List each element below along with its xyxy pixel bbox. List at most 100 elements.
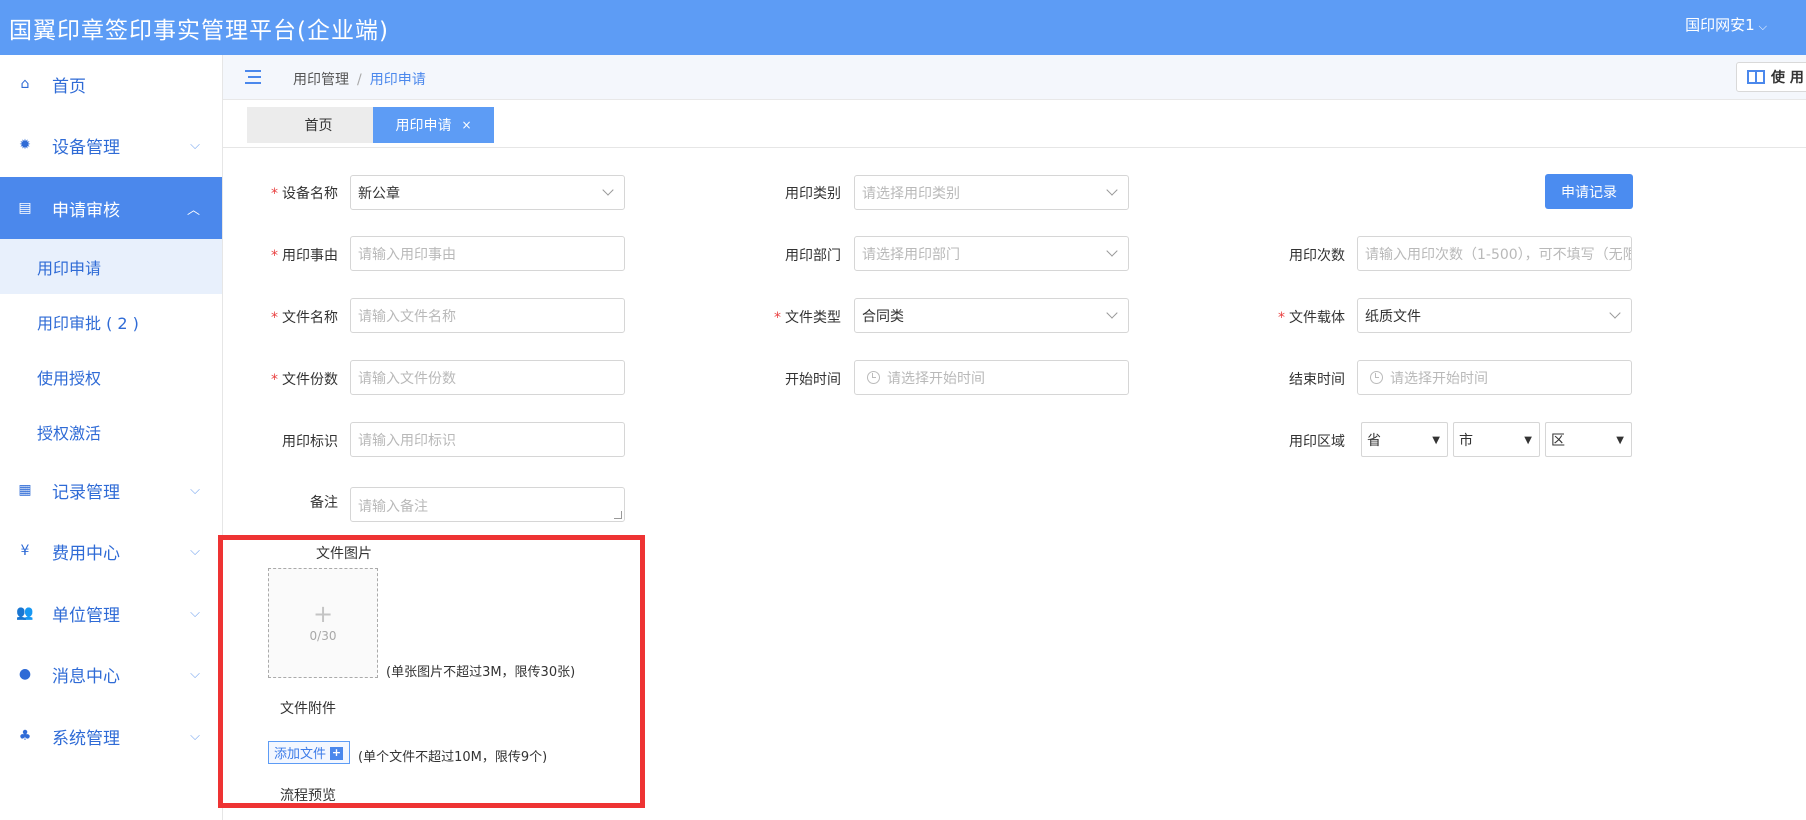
tab-bar: 首页 用印申请 × bbox=[223, 100, 1806, 148]
input-placeholder: 请选择开始时间 bbox=[1390, 370, 1488, 387]
chevron-down-icon bbox=[1106, 307, 1118, 319]
end-time-picker[interactable]: 请选择开始时间 bbox=[1357, 360, 1632, 395]
breadcrumb-bar: 用印管理 / 用印申请 使 用 bbox=[223, 55, 1806, 100]
mark-input[interactable]: 请输入用印标识 bbox=[350, 422, 625, 457]
start-time-label: 开始时间 bbox=[785, 372, 841, 388]
clock-icon bbox=[1370, 371, 1383, 384]
breadcrumb-parent[interactable]: 用印管理 bbox=[293, 72, 349, 88]
chevron-down-icon: ⌵ bbox=[190, 543, 200, 559]
label-text: 用印事由 bbox=[282, 248, 338, 264]
chevron-down-icon: ⌵ bbox=[190, 666, 200, 682]
select-value: 市 bbox=[1459, 432, 1473, 449]
sidebar-item-label: 记录管理 bbox=[52, 482, 120, 503]
select-value: 新公章 bbox=[358, 185, 400, 202]
required-mark: * bbox=[271, 186, 278, 202]
select-value: 区 bbox=[1551, 432, 1565, 449]
sidebar-item-label: 系统管理 bbox=[52, 728, 120, 749]
sidebar-subitem-authorization[interactable]: 使用授权 bbox=[0, 349, 222, 404]
resize-grip-icon[interactable] bbox=[614, 511, 622, 519]
sidebar-item-records[interactable]: ▦ 记录管理 ⌵ bbox=[0, 461, 222, 519]
menu-toggle-icon[interactable] bbox=[245, 70, 263, 86]
times-label: 用印次数 bbox=[1289, 248, 1345, 264]
province-select[interactable]: 省 ▼ bbox=[1361, 422, 1448, 457]
device-name-select[interactable]: 新公章 bbox=[350, 175, 625, 210]
sidebar-item-billing[interactable]: ¥ 费用中心 ⌵ bbox=[0, 522, 222, 580]
required-mark: * bbox=[271, 310, 278, 326]
select-value: 合同类 bbox=[862, 308, 904, 325]
label-text: 设备名称 bbox=[282, 186, 338, 202]
chevron-down-icon bbox=[602, 184, 614, 196]
select-placeholder: 请选择用印部门 bbox=[862, 246, 960, 263]
sidebar: ⌂ 首页 ✹ 设备管理 ⌵ ▤ 申请审核 ︿ 用印申请 用印审批 ( 2 ) 使用授权 授… bbox=[0, 55, 223, 820]
apply-record-button[interactable]: 申请记录 bbox=[1545, 174, 1633, 209]
sidebar-item-system[interactable]: ♣ 系统管理 ⌵ bbox=[0, 707, 222, 765]
image-upload-box[interactable]: + 0/30 bbox=[268, 568, 378, 678]
sidebar-item-messages[interactable]: ● 消息中心 ⌵ bbox=[0, 645, 222, 703]
file-name-label: * 文件名称 bbox=[238, 307, 338, 327]
add-file-label: 添加文件 bbox=[274, 747, 327, 762]
image-hint: (单张图片不超过3M，限传30张) bbox=[386, 665, 576, 680]
org-chart-icon: ♣ bbox=[18, 728, 32, 744]
breadcrumb-current: 用印申请 bbox=[369, 72, 426, 88]
plus-icon: + bbox=[312, 600, 334, 628]
input-placeholder: 请输入用印次数（1-500），可不填写（无限 bbox=[1365, 246, 1632, 263]
chat-icon: ● bbox=[18, 666, 32, 682]
sidebar-item-label: 单位管理 bbox=[52, 605, 120, 626]
users-icon: 👥 bbox=[16, 605, 34, 621]
input-placeholder: 请输入用印标识 bbox=[358, 432, 456, 449]
sidebar-item-apply-review[interactable]: ▤ 申请审核 ︿ bbox=[0, 177, 222, 239]
seal-type-select[interactable]: 请选择用印类别 bbox=[854, 175, 1129, 210]
sidebar-subitem-seal-approve[interactable]: 用印审批 ( 2 ) bbox=[0, 294, 222, 349]
user-menu[interactable]: 国印网安1 ⌵ bbox=[1685, 14, 1767, 35]
required-mark: * bbox=[1278, 310, 1285, 326]
copies-label: * 文件份数 bbox=[238, 369, 338, 389]
required-mark: * bbox=[271, 372, 278, 388]
sidebar-item-units[interactable]: 👥 单位管理 ⌵ bbox=[0, 584, 222, 642]
district-select[interactable]: 区 ▼ bbox=[1545, 422, 1632, 457]
sidebar-item-label: 消息中心 bbox=[52, 666, 120, 687]
select-value: 纸质文件 bbox=[1365, 308, 1421, 325]
input-placeholder: 请输入备注 bbox=[358, 499, 428, 515]
times-input[interactable]: 请输入用印次数（1-500），可不填写（无限 bbox=[1357, 236, 1632, 271]
sidebar-item-label: 首页 bbox=[52, 76, 86, 97]
help-button[interactable]: 使 用 bbox=[1736, 62, 1806, 92]
start-time-picker[interactable]: 请选择开始时间 bbox=[854, 360, 1129, 395]
user-name: 国印网安1 bbox=[1685, 16, 1755, 34]
seal-type-label: 用印类别 bbox=[785, 186, 841, 202]
input-placeholder: 请选择开始时间 bbox=[887, 370, 985, 387]
chevron-down-icon: ⌵ bbox=[190, 137, 200, 153]
copies-input[interactable]: 请输入文件份数 bbox=[350, 360, 625, 395]
close-icon[interactable]: × bbox=[461, 118, 471, 132]
end-time-label: 结束时间 bbox=[1289, 372, 1345, 388]
top-bar: 国翼印章签印事实管理平台(企业端) 国印网安1 ⌵ bbox=[0, 0, 1806, 55]
file-hint: (单个文件不超过10M，限传9个) bbox=[358, 750, 548, 765]
file-type-select[interactable]: 合同类 bbox=[854, 298, 1129, 333]
label-text: 文件载体 bbox=[1289, 310, 1345, 326]
department-select[interactable]: 请选择用印部门 bbox=[854, 236, 1129, 271]
file-name-input[interactable]: 请输入文件名称 bbox=[350, 298, 625, 333]
chevron-down-icon bbox=[1106, 245, 1118, 257]
yen-icon: ¥ bbox=[20, 543, 30, 559]
sidebar-item-device[interactable]: ✹ 设备管理 ⌵ bbox=[0, 116, 222, 174]
home-icon: ⌂ bbox=[20, 76, 30, 92]
tab-seal-apply[interactable]: 用印申请 × bbox=[373, 107, 494, 143]
remark-textarea[interactable]: 请输入备注 bbox=[350, 487, 625, 522]
caret-down-icon: ▼ bbox=[1432, 435, 1440, 446]
chevron-down-icon: ⌵ bbox=[190, 728, 200, 744]
gear-icon: ✹ bbox=[19, 137, 31, 153]
city-select[interactable]: 市 ▼ bbox=[1453, 422, 1540, 457]
reason-input[interactable]: 请输入用印事由 bbox=[350, 236, 625, 271]
plus-icon: + bbox=[330, 746, 343, 760]
file-carrier-select[interactable]: 纸质文件 bbox=[1357, 298, 1632, 333]
tab-home[interactable]: 首页 bbox=[247, 107, 390, 143]
caret-down-icon: ▼ bbox=[1524, 435, 1532, 446]
chevron-down-icon bbox=[1609, 307, 1621, 319]
chevron-down-icon: ⌵ bbox=[190, 482, 200, 498]
sidebar-subitem-seal-apply[interactable]: 用印申请 bbox=[0, 239, 222, 294]
book-icon bbox=[1747, 70, 1765, 84]
sidebar-item-home[interactable]: ⌂ 首页 bbox=[0, 55, 222, 113]
upload-count: 0/30 bbox=[309, 629, 337, 643]
label-text: 文件份数 bbox=[282, 372, 338, 388]
add-file-button[interactable]: 添加文件 + bbox=[268, 741, 350, 764]
sidebar-subitem-activation[interactable]: 授权激活 bbox=[0, 404, 222, 459]
